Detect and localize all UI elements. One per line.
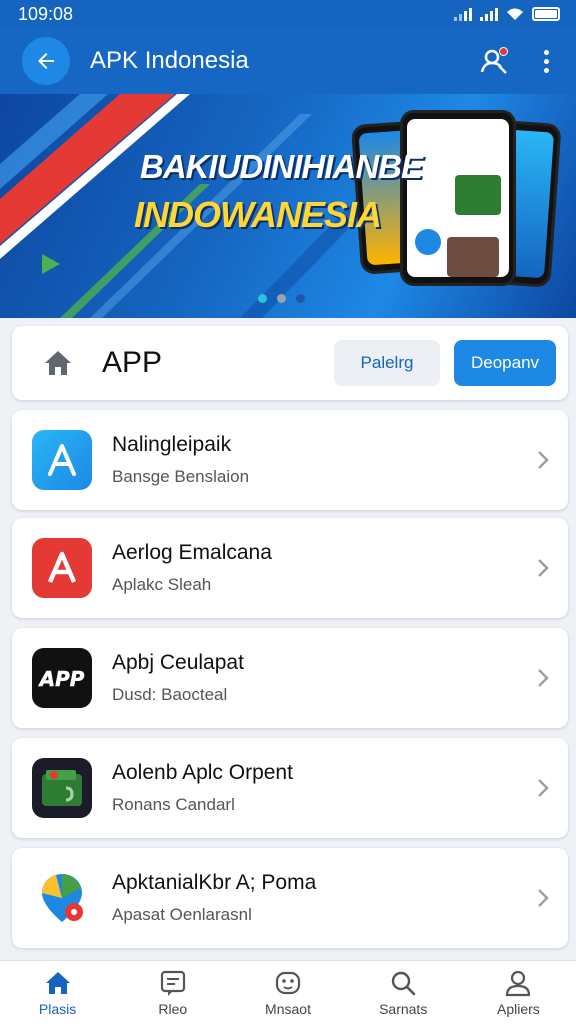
more-menu-button[interactable] [534, 41, 558, 81]
back-button[interactable] [22, 37, 70, 85]
nav-item-home[interactable]: Plasis [0, 961, 115, 1024]
status-time: 109:08 [18, 3, 74, 24]
message-icon [160, 970, 185, 996]
primary-button[interactable]: Deopanv [454, 340, 556, 386]
home-icon [45, 351, 71, 375]
app-subtitle: Aplakc Sleah [112, 575, 212, 594]
page-title: APK Indonesia [90, 47, 249, 74]
battery-icon [532, 7, 560, 21]
list-item[interactable]: ApktanialKbr A; Poma Apasat Oenlarasnl [12, 848, 568, 948]
app-subtitle: Ronans Candarl [112, 795, 235, 814]
list-item[interactable]: Aerlog Emalcana Aplakc Sleah [12, 518, 568, 618]
nav-label: Plasis [38, 1000, 77, 1017]
signal-icon [454, 7, 472, 21]
app-title: Nalingleipaik [112, 433, 232, 456]
chevron-right-icon [538, 889, 549, 907]
chevron-right-icon [538, 779, 549, 797]
app-title: Apbj Ceulapat [112, 651, 244, 674]
list-item[interactable]: Aolenb Aplc Orpent Ronans Candarl [12, 738, 568, 838]
carousel-indicator [258, 294, 305, 303]
home-icon [45, 971, 70, 994]
carousel-dot[interactable] [296, 294, 305, 303]
app-logo-icon: APP [32, 648, 92, 708]
list-item[interactable]: APP Apbj Ceulapat Dusd: Baocteal [12, 628, 568, 728]
nav-item-profile[interactable]: Apliers [461, 961, 576, 1024]
nav-item-messages[interactable]: Rleo [115, 961, 230, 1024]
phone-illustration [400, 110, 516, 286]
app-title: Aolenb Aplc Orpent [112, 761, 293, 784]
app-title: Aerlog Emalcana [112, 541, 272, 564]
signal-icon [480, 7, 498, 21]
a-red-logo-icon [32, 538, 92, 598]
chevron-right-icon [538, 669, 549, 687]
app-title: ApktanialKbr A; Poma [112, 871, 317, 894]
maps-pin-icon [32, 868, 92, 928]
wifi-icon [507, 8, 523, 20]
nav-item-games[interactable]: Mnsaot [230, 961, 345, 1024]
svg-text:APP: APP [38, 667, 85, 691]
person-icon [506, 970, 531, 996]
section-title: APP [102, 346, 163, 379]
secondary-button[interactable]: Palelrg [334, 340, 440, 386]
app-bar: APK Indonesia [0, 28, 576, 94]
app-subtitle: Dusd: Baocteal [112, 685, 228, 704]
carousel-dot-active[interactable] [258, 294, 267, 303]
nav-label: Rleo [158, 1000, 188, 1017]
notification-button[interactable] [474, 41, 514, 81]
arrow-left-icon [38, 53, 54, 69]
banner-subheadline: INDOWANESIA [134, 194, 382, 235]
carousel-dot[interactable] [277, 294, 286, 303]
nav-label: Mnsaot [265, 1000, 311, 1017]
chevron-right-icon [538, 559, 549, 577]
green-folder-icon [32, 758, 92, 818]
app-subtitle: Bansge Benslaion [112, 467, 250, 486]
search-icon [392, 971, 416, 995]
list-item[interactable]: Nalingleipaik Bansge Benslaion [12, 410, 568, 510]
app-subtitle: Apasat Oenlarasnl [112, 905, 252, 924]
banner-headline: BAKIUDINIHIANBE [140, 148, 423, 185]
notification-dot [499, 47, 508, 56]
nav-label: Apliers [497, 1000, 540, 1017]
status-icons [454, 7, 560, 21]
promo-banner[interactable]: BAKIUDINIHIANBE INDOWANESIA [0, 94, 576, 318]
chevron-right-icon [538, 451, 549, 469]
nav-item-search[interactable]: Sarnats [346, 961, 461, 1024]
status-bar: 109:08 [0, 0, 576, 28]
a-logo-icon [32, 430, 92, 490]
game-icon [275, 971, 301, 994]
bottom-nav: Plasis Rleo Mnsaot Sarnats Apliers [0, 960, 576, 1024]
nav-label: Sarnats [379, 1000, 428, 1017]
section-header: APP Palelrg Deopanv [12, 326, 568, 400]
